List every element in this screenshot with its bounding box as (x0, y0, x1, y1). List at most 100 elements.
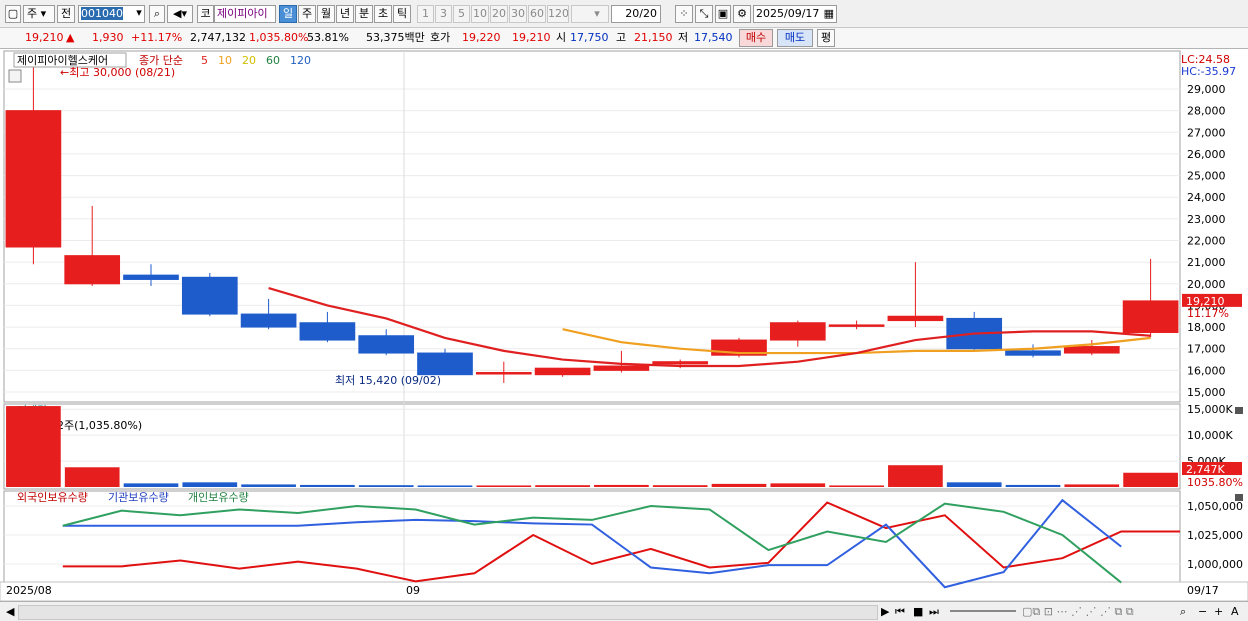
legend-entry-2: 10 (218, 54, 232, 67)
date-value: 2025/09/17 (756, 7, 820, 20)
save-icon[interactable]: ▣ (715, 5, 731, 23)
auto-scale-icon[interactable]: A (1231, 605, 1239, 619)
interval-button-60[interactable]: 60 (528, 5, 546, 23)
candle-body (887, 315, 944, 322)
search-icon[interactable]: ⌕ (149, 5, 165, 23)
volume-bar (6, 406, 61, 487)
volume-bar (770, 483, 826, 487)
interval-button-1[interactable]: 1 (417, 5, 434, 23)
type-select[interactable]: 주 ▾ (23, 5, 55, 23)
holdings-panel-marker (1235, 494, 1243, 501)
count-field[interactable]: 20/20 (611, 5, 661, 23)
volume-bar (182, 482, 238, 487)
high-price: 21,150 (634, 31, 673, 44)
hc-label: HC:-35.97 (1181, 65, 1236, 78)
buy-button[interactable]: 매수 (739, 29, 773, 47)
volume-bar (1123, 472, 1178, 487)
interval-button-10[interactable]: 10 (471, 5, 489, 23)
volume-bar (64, 467, 120, 487)
candle-body (1005, 350, 1061, 356)
window-icon[interactable]: ▢ (5, 5, 21, 23)
volume-bar (300, 484, 355, 487)
volume-panel-marker (1235, 407, 1243, 414)
interval-button-30[interactable]: 30 (509, 5, 527, 23)
volume-bar (1005, 484, 1061, 487)
price-tick-label: 27,000 (1187, 126, 1226, 139)
stock-name-field: 제이피아이 (214, 5, 276, 23)
price-tick-label: 24,000 (1187, 191, 1226, 204)
price-tick-label: 22,000 (1187, 235, 1226, 248)
ko-button[interactable]: 코 (197, 5, 214, 23)
zoom-slider[interactable] (950, 610, 1016, 612)
volume-tick-label: 10,000K (1187, 429, 1233, 442)
price-tick-label: 15,000 (1187, 386, 1226, 399)
unit-select[interactable]: ▾ (571, 5, 609, 23)
candle-body (5, 110, 62, 248)
price-change: 1,930 (92, 31, 124, 44)
change-percent: +11.17% (131, 31, 183, 44)
volume-tick-label: 15,000K (1187, 403, 1233, 416)
interval-button-20[interactable]: 20 (490, 5, 508, 23)
interval-button-120[interactable]: 120 (547, 5, 569, 23)
period-tab-6[interactable]: 초 (374, 5, 392, 23)
settings-gear-icon[interactable]: ⚙ (733, 5, 751, 23)
fast-forward-icon[interactable]: ⏭ (929, 605, 939, 619)
interval-button-3[interactable]: 3 (435, 5, 452, 23)
dropdown-arrow-icon[interactable]: ▾ (132, 5, 146, 23)
date-field[interactable]: 2025/09/17 ▦ (753, 5, 837, 23)
candle-body (417, 352, 473, 376)
crosshair-icon[interactable]: ⤡ (695, 5, 713, 23)
type-select-label: 주 (27, 7, 38, 20)
period-tab-1[interactable]: 일 (279, 5, 297, 23)
hoga-label: 호가 (430, 31, 451, 44)
price-tick-label: 21,000 (1187, 256, 1226, 269)
scroll-right-icon[interactable]: ▶ (881, 605, 889, 619)
horizontal-scrollbar[interactable] (18, 605, 878, 620)
rewind-icon[interactable]: ⏮ (895, 605, 905, 619)
quote-row: 19,210 ▲ 1,930 +11.17% 2,747,132 1,035.8… (0, 28, 1248, 49)
period-tab-5[interactable]: 분 (355, 5, 373, 23)
candle-body (652, 361, 709, 365)
legend-entry-4: 60 (266, 54, 280, 67)
candle-body (769, 322, 826, 341)
candle-body (181, 276, 238, 315)
holdings-tick-label: 1,000,000 (1187, 558, 1243, 571)
period-tab-2[interactable]: 주 (298, 5, 316, 23)
volume-bar (829, 485, 884, 487)
volume-ratio: 1,035.80% (249, 31, 309, 44)
period-tab-4[interactable]: 년 (336, 5, 354, 23)
period-tab-7[interactable]: 틱 (393, 5, 411, 23)
candle-body (358, 335, 415, 354)
volume-bar (1064, 484, 1120, 487)
open-price: 17,750 (570, 31, 609, 44)
grid-icon[interactable]: ⁘ (675, 5, 693, 23)
jeon-button[interactable]: 전 (57, 5, 75, 23)
toolbar: ▢ 주 ▾ 전 001040 ▾ ⌕ ◀▾ 코 제이피아이 ▾ 20/20 ⁘ … (0, 0, 1248, 28)
period-tab-3[interactable]: 월 (317, 5, 335, 23)
eval-button[interactable]: 평 (817, 29, 835, 47)
interval-button-5[interactable]: 5 (453, 5, 470, 23)
scroll-left-icon[interactable]: ◀ (6, 605, 14, 619)
price-tick-label: 23,000 (1187, 213, 1226, 226)
volume-last-pct: 1035.80% (1187, 476, 1243, 489)
drawing-tools-icon[interactable]: ▢⧉ ⊡ ⋯ ⋰ ⋰ ⋰ ⧉ ⧉ (1022, 605, 1134, 619)
legend-entry-1: 5 (201, 54, 208, 67)
volume-bar (241, 484, 296, 487)
price-tick-label: 16,000 (1187, 364, 1226, 377)
zoom-out-icon[interactable]: − (1198, 605, 1207, 619)
max-annotation: ←최고 30,000 (08/21) (60, 66, 175, 79)
zoom-in-icon[interactable]: + (1214, 605, 1223, 619)
stop-icon[interactable]: ■ (913, 605, 923, 619)
stock-chart[interactable]: 29,000 28,000 27,000 26,000 25,000 24,000 23,0… (0, 49, 1248, 601)
price-tick-label: 29,000 (1187, 83, 1226, 96)
legend-entry-5: 120 (290, 54, 311, 67)
bid-price: 19,210 (512, 31, 551, 44)
turnover-rate: 53.81% (307, 31, 349, 44)
holdings-tick-label: 1,050,000 (1187, 500, 1243, 513)
sell-button[interactable]: 매도 (777, 29, 813, 47)
zoom-icon[interactable]: ⌕ (1180, 605, 1186, 619)
bottom-toolbar: ◀ ▶ ⏮ ■ ⏭ ▢⧉ ⊡ ⋯ ⋰ ⋰ ⋰ ⧉ ⧉ ⌕ − + A (0, 601, 1248, 621)
current-price: 19,210 (25, 31, 64, 44)
speaker-icon[interactable]: ◀▾ (167, 5, 193, 23)
ask-price: 19,220 (462, 31, 501, 44)
